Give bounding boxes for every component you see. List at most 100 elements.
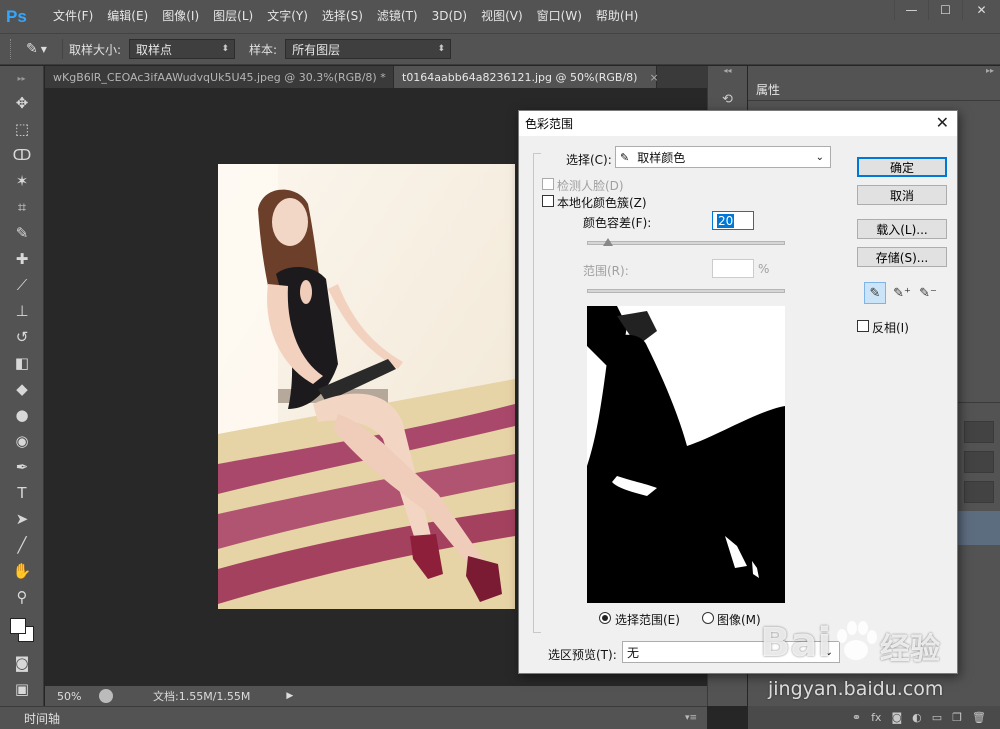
adjustment-icon[interactable]: ◐	[912, 711, 922, 724]
selection-radio[interactable]	[599, 612, 611, 624]
link-icon[interactable]: ⚭	[852, 711, 861, 724]
collapse-icon[interactable]: ◂◂	[708, 66, 747, 78]
tab-properties[interactable]: 属性	[748, 78, 789, 100]
fuzziness-input[interactable]: 20	[712, 211, 754, 230]
pen-tool-icon[interactable]: ✒	[0, 454, 44, 480]
fuzziness-slider[interactable]	[587, 241, 785, 245]
share-icon[interactable]	[99, 689, 113, 703]
eyedropper-tool-icon[interactable]: ✎	[864, 282, 886, 304]
collapse-icon[interactable]: ▸▸	[748, 66, 1000, 78]
menu-file[interactable]: 文件(F)	[46, 0, 100, 33]
collapse-icon[interactable]: ▸▸	[0, 66, 43, 90]
invert-checkbox[interactable]	[857, 320, 869, 332]
timeline-label[interactable]: 时间轴	[24, 710, 60, 727]
watermark-url: jingyan.baidu.com	[768, 678, 944, 700]
restore-button[interactable]: ☐	[928, 0, 962, 20]
path-selection-tool-icon[interactable]: ➤	[0, 506, 44, 532]
image-radio[interactable]	[702, 612, 714, 624]
detect-faces-label: 检测人脸(D)	[557, 179, 624, 193]
dialog-titlebar[interactable]: 色彩范围 ✕	[519, 111, 957, 136]
menu-filter[interactable]: 滤镜(T)	[370, 0, 425, 33]
crop-tool-icon[interactable]: ⌗	[0, 194, 44, 220]
dodge-tool-icon[interactable]: ◉	[0, 428, 44, 454]
blur-tool-icon[interactable]: ●	[0, 402, 44, 428]
timeline-panel: 时间轴 ▾≡	[0, 706, 707, 729]
localized-clusters-checkbox[interactable]	[542, 195, 554, 207]
panel-menu-icon[interactable]: ▾≡	[685, 713, 697, 723]
tool-preset-picker[interactable]: ✎ ▼	[26, 41, 56, 57]
sample-size-select[interactable]: 取样点 ⬍	[129, 39, 236, 59]
quick-mask-icon[interactable]: ◙	[0, 650, 44, 676]
foreground-color-swatch[interactable]	[10, 618, 26, 634]
new-layer-icon[interactable]: ❐	[952, 711, 962, 724]
sample-select[interactable]: 所有图层 ⬍	[285, 39, 452, 59]
save-button[interactable]: 存储(S)...	[857, 247, 947, 267]
screen-mode-icon[interactable]: ▣	[0, 676, 44, 702]
paw-icon	[832, 620, 880, 664]
detect-faces-checkbox[interactable]	[542, 178, 554, 190]
tab-document-1[interactable]: wKgB6lR_CEOAc3ifAAWudvqUk5U45.jpeg @ 30.…	[45, 66, 407, 88]
chevron-down-icon: ▼	[40, 44, 47, 54]
menu-image[interactable]: 图像(I)	[155, 0, 206, 33]
opacity-dropdown[interactable]	[964, 481, 994, 503]
clone-stamp-tool-icon[interactable]: ⊥	[0, 298, 44, 324]
selection-preview[interactable]	[587, 306, 785, 603]
minimize-button[interactable]: —	[894, 0, 928, 20]
brush-tool-icon[interactable]: ⟋	[0, 272, 44, 298]
play-arrow-icon[interactable]: ▶	[286, 691, 293, 701]
hand-tool-icon[interactable]: ✋	[0, 558, 44, 584]
blend-dropdown[interactable]	[964, 451, 994, 473]
zoom-tool-icon[interactable]: ⚲	[0, 584, 44, 610]
menu-layer[interactable]: 图层(L)	[206, 0, 260, 33]
marquee-tool-icon[interactable]: ⬚	[0, 116, 44, 142]
menu-select[interactable]: 选择(S)	[315, 0, 370, 33]
color-swatches[interactable]	[0, 610, 44, 650]
menu-view[interactable]: 视图(V)	[474, 0, 530, 33]
trash-icon[interactable]: 🗑	[972, 711, 986, 724]
eyedropper-add-icon[interactable]: ✎⁺	[891, 282, 913, 304]
eyedropper-tool-icon[interactable]: ✎	[0, 220, 44, 246]
menu-bar: Ps 文件(F) 编辑(E) 图像(I) 图层(L) 文字(Y) 选择(S) 滤…	[0, 0, 1000, 33]
range-slider[interactable]	[587, 289, 785, 293]
line-tool-icon[interactable]: ╱	[0, 532, 44, 558]
menu-3d[interactable]: 3D(D)	[425, 0, 474, 33]
mask-icon[interactable]: ◙	[891, 711, 902, 724]
cancel-button[interactable]: 取消	[857, 185, 947, 205]
watermark-brand: Bai	[760, 620, 832, 666]
updown-icon: ⬍	[221, 44, 230, 54]
folder-icon[interactable]: ▭	[932, 711, 942, 724]
history-icon[interactable]: ⟲	[718, 92, 738, 110]
paint-bucket-tool-icon[interactable]: ◆	[0, 376, 44, 402]
type-tool-icon[interactable]: T	[0, 480, 44, 506]
fx-icon[interactable]: fx	[871, 711, 881, 724]
eyedropper-subtract-icon[interactable]: ✎⁻	[917, 282, 939, 304]
magic-wand-tool-icon[interactable]: ✶	[0, 168, 44, 194]
close-icon[interactable]: ✕	[936, 114, 949, 132]
menu-type[interactable]: 文字(Y)	[260, 0, 315, 33]
menu-help[interactable]: 帮助(H)	[589, 0, 645, 33]
history-brush-tool-icon[interactable]: ↺	[0, 324, 44, 350]
fuzziness-slider-thumb[interactable]	[603, 238, 613, 246]
range-input[interactable]	[712, 259, 754, 278]
load-button[interactable]: 载入(L)...	[857, 219, 947, 239]
close-icon[interactable]: ×	[649, 71, 658, 84]
lasso-tool-icon[interactable]: ↀ	[0, 142, 44, 168]
eyedropper-icon: ✎	[620, 150, 630, 164]
sample-size-label: 取样大小:	[69, 42, 122, 57]
photoshop-logo: Ps	[6, 6, 27, 26]
ok-button[interactable]: 确定	[857, 157, 947, 177]
eraser-tool-icon[interactable]: ◧	[0, 350, 44, 376]
document-tabs: wKgB6lR_CEOAc3ifAAWudvqUk5U45.jpeg @ 30.…	[45, 66, 707, 88]
tab-document-2[interactable]: t0164aabb64a8236121.jpg @ 50%(RGB/8) ×	[394, 66, 659, 88]
menu-edit[interactable]: 编辑(E)	[100, 0, 155, 33]
healing-brush-tool-icon[interactable]: ✚	[0, 246, 44, 272]
options-grip[interactable]	[10, 39, 14, 59]
layers-dropdown[interactable]	[964, 421, 994, 443]
tab-label: t0164aabb64a8236121.jpg @ 50%(RGB/8)	[402, 70, 638, 84]
zoom-level[interactable]: 50%	[57, 690, 91, 703]
menu-window[interactable]: 窗口(W)	[530, 0, 589, 33]
watermark-brand-cn: 经验	[880, 632, 940, 667]
select-dropdown[interactable]: ✎ 取样颜色 ⌄	[615, 146, 831, 168]
move-tool-icon[interactable]: ✥	[0, 90, 44, 116]
close-button[interactable]: ✕	[962, 0, 1000, 20]
